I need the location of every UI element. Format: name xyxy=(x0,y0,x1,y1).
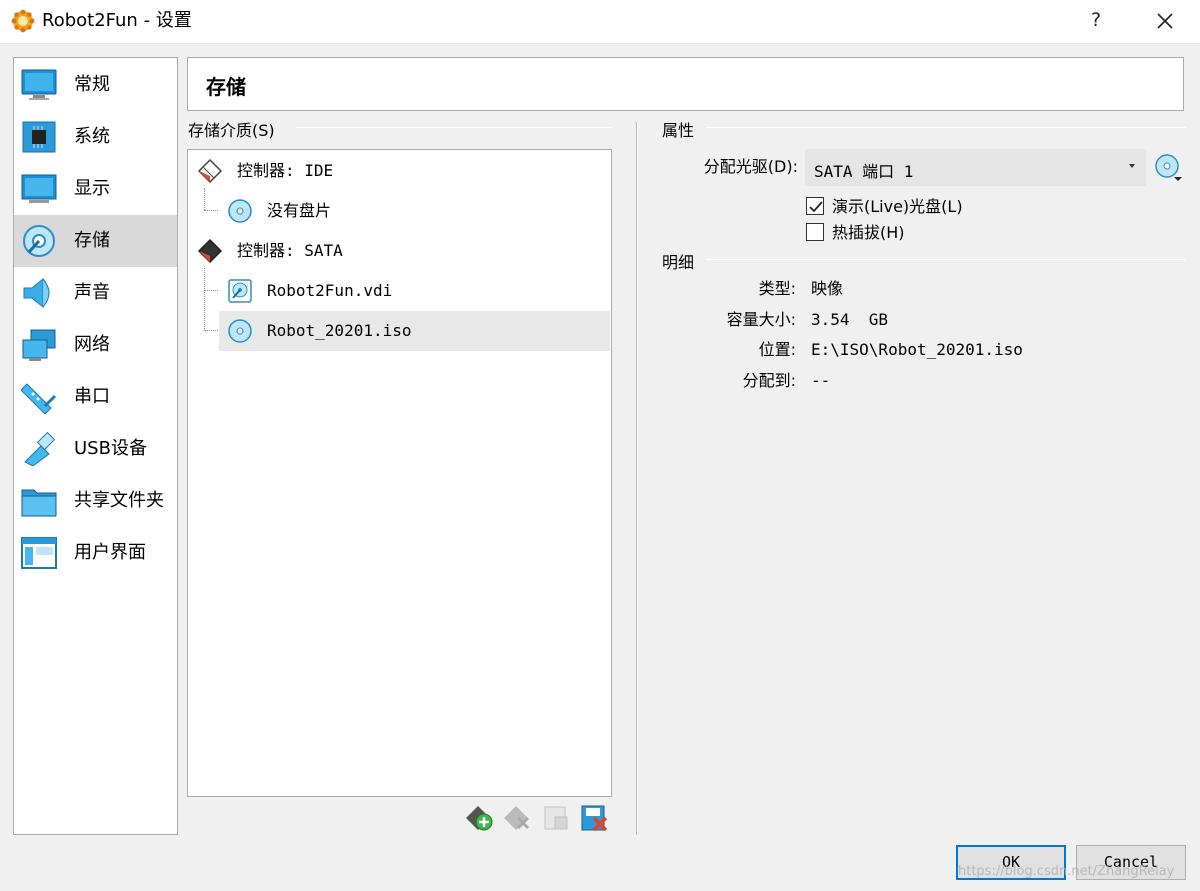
tree-item-label: 控制器: SATA xyxy=(237,241,343,260)
harddisk-icon xyxy=(228,279,252,303)
tree-item-empty-optical[interactable]: 没有盘片 xyxy=(219,191,610,229)
size-value: 3.54 GB xyxy=(811,310,889,329)
sidebar-item-network[interactable]: 网络 xyxy=(14,319,177,371)
tree-item-iso-selected[interactable]: Robot_20201.iso xyxy=(219,311,610,351)
sidebar-item-user-interface[interactable]: 用户界面 xyxy=(14,527,177,579)
checkmark-icon xyxy=(809,201,823,213)
divider xyxy=(296,127,612,128)
storage-icon xyxy=(23,225,55,257)
tree-item-sata-controller[interactable]: 控制器: SATA xyxy=(189,231,611,269)
sidebar-item-label: 网络 xyxy=(74,334,110,355)
watermark: https://blog.csdn.net/ZhangRelay xyxy=(958,864,1175,879)
display-icon xyxy=(21,174,57,203)
live-cd-label[interactable]: 演示(Live)光盘(L) xyxy=(832,197,963,217)
user-interface-icon xyxy=(21,537,57,569)
sidebar-item-audio[interactable]: 声音 xyxy=(14,267,177,319)
usb-icon xyxy=(24,432,56,466)
page-header: 存储 xyxy=(187,57,1184,111)
add-controller-icon[interactable] xyxy=(466,804,494,832)
attached-to-value: -- xyxy=(811,371,831,390)
network-icon xyxy=(22,329,56,361)
hotplug-checkbox[interactable] xyxy=(806,223,824,241)
tree-connector xyxy=(204,290,218,291)
sidebar-item-label: 存储 xyxy=(74,230,110,251)
location-label: 位置: xyxy=(758,340,796,359)
tree-connector xyxy=(204,330,218,331)
sidebar-item-label: 声音 xyxy=(74,282,110,303)
sidebar-item-usb[interactable]: USB设备 xyxy=(14,423,177,475)
type-value: 映像 xyxy=(811,279,844,298)
tree-connector xyxy=(204,210,218,211)
sidebar-item-display[interactable]: 显示 xyxy=(14,163,177,215)
general-icon xyxy=(21,69,57,100)
sidebar-item-storage[interactable]: 存储 xyxy=(14,215,177,267)
optical-drive-label: 分配光驱(D): xyxy=(703,157,798,176)
optical-drive-value: SATA 端口 1 xyxy=(814,162,914,181)
storage-tree[interactable]: 控制器: IDE 没有盘片 控制器: SATA Robot2Fun.vdi Ro… xyxy=(187,149,612,797)
page-title: 存储 xyxy=(206,75,246,99)
settings-sidebar: 常规 系统 显示 存储 声音 网络 串口 USB设备 共享文件夹 用户界面 xyxy=(13,57,178,835)
tree-item-label: 控制器: IDE xyxy=(237,161,334,180)
window-title: Robot2Fun - 设置 xyxy=(42,10,192,31)
sidebar-item-label: 用户界面 xyxy=(74,542,146,563)
attributes-group-title: 属性 xyxy=(662,121,695,140)
attached-to-label: 分配到: xyxy=(742,371,796,390)
remove-attachment-icon[interactable] xyxy=(580,804,608,832)
optical-disc-icon xyxy=(228,199,252,223)
sidebar-item-label: 共享文件夹 xyxy=(74,490,164,511)
dropdown-arrow-icon xyxy=(1129,164,1135,168)
sidebar-item-label: 显示 xyxy=(74,178,110,199)
sidebar-item-system[interactable]: 系统 xyxy=(14,111,177,163)
tree-item-label: Robot2Fun.vdi xyxy=(267,281,393,300)
sidebar-item-label: 系统 xyxy=(74,126,110,147)
type-label: 类型: xyxy=(758,279,796,298)
virtualbox-app-icon xyxy=(11,9,35,33)
sidebar-item-label: 常规 xyxy=(74,74,110,95)
location-value: E:\ISO\Robot_20201.iso xyxy=(811,340,1023,359)
hotplug-label[interactable]: 热插拔(H) xyxy=(832,223,905,243)
tree-connector xyxy=(204,188,205,210)
sidebar-item-label: USB设备 xyxy=(74,438,147,459)
serial-port-icon xyxy=(21,383,57,414)
optical-disc-icon xyxy=(228,319,252,343)
audio-icon xyxy=(23,277,50,309)
tree-item-ide-controller[interactable]: 控制器: IDE xyxy=(189,151,611,189)
remove-controller-icon xyxy=(504,806,530,830)
title-bar: Robot2Fun - 设置 ? xyxy=(0,0,1200,44)
divider xyxy=(706,259,1186,260)
help-button[interactable]: ? xyxy=(1086,9,1106,31)
panel-separator xyxy=(636,122,638,835)
tree-item-harddisk[interactable]: Robot2Fun.vdi xyxy=(219,271,610,309)
add-attachment-icon xyxy=(544,806,568,830)
details-group-title: 明细 xyxy=(662,253,695,272)
sata-controller-icon xyxy=(197,238,223,264)
storage-media-group-title: 存储介质(S) xyxy=(188,121,275,140)
sidebar-item-shared-folders[interactable]: 共享文件夹 xyxy=(14,475,177,527)
sidebar-item-general[interactable]: 常规 xyxy=(14,59,177,111)
live-cd-checkbox[interactable] xyxy=(806,197,824,215)
size-label: 容量大小: xyxy=(726,310,796,329)
system-icon xyxy=(22,121,56,153)
sidebar-item-label: 串口 xyxy=(74,386,110,407)
sidebar-item-serial-port[interactable]: 串口 xyxy=(14,371,177,423)
close-icon[interactable] xyxy=(1152,8,1178,34)
tree-connector xyxy=(204,268,205,331)
optical-drive-select[interactable]: SATA 端口 1 xyxy=(805,149,1146,186)
choose-disk-icon[interactable] xyxy=(1154,153,1184,183)
divider xyxy=(706,127,1186,128)
tree-item-label: Robot_20201.iso xyxy=(267,321,412,340)
shared-folder-icon xyxy=(21,489,57,517)
tree-item-label: 没有盘片 xyxy=(267,201,332,220)
ide-controller-icon xyxy=(197,158,223,184)
